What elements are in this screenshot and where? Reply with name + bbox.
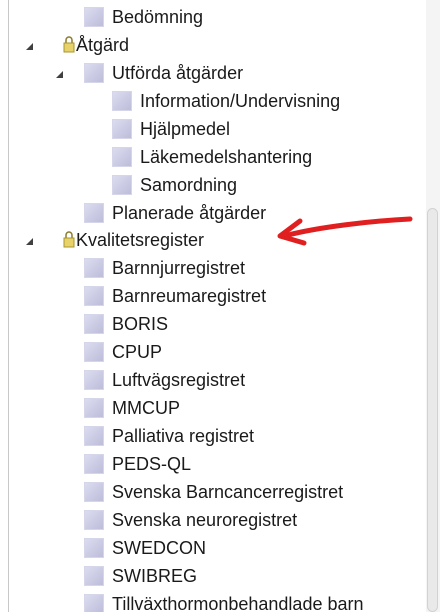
tree-item-icon	[84, 7, 104, 27]
tree-node-label: Svenska neuroregistret	[112, 510, 298, 530]
tree-item-icon	[84, 454, 104, 474]
tree-item-icon	[84, 594, 104, 612]
expand-toggle-icon[interactable]	[24, 236, 34, 246]
navigation-tree: Bedömning Åtgärd Utförda åtgärder Informati…	[8, 0, 428, 612]
lock-icon	[62, 35, 76, 55]
tree-node-label: CPUP	[112, 342, 163, 362]
tree-node-swedcon[interactable]: SWEDCON	[8, 535, 428, 562]
tree-item-icon	[112, 175, 132, 195]
tree-node-bedomning[interactable]: Bedömning	[8, 4, 428, 31]
tree-node-label: Luftvägsregistret	[112, 370, 246, 390]
tree-node-label: Barnnjurregistret	[112, 258, 246, 278]
tree-node-boris[interactable]: BORIS	[8, 311, 428, 338]
tree-node-utforda[interactable]: Utförda åtgärder	[8, 60, 428, 87]
tree-item-icon	[84, 566, 104, 586]
tree-node-label: Palliativa registret	[112, 426, 255, 446]
tree-node-label: Barnreumaregistret	[112, 286, 267, 306]
expand-toggle-icon[interactable]	[54, 69, 64, 79]
tree-item-icon	[84, 426, 104, 446]
tree-node-neuro[interactable]: Svenska neuroregistret	[8, 507, 428, 534]
tree-node-samordning[interactable]: Samordning	[8, 172, 428, 199]
tree-node-label: Information/Undervisning	[140, 91, 341, 111]
tree-node-label: Kvalitetsregister	[76, 230, 205, 250]
tree-node-label: PEDS-QL	[112, 454, 192, 474]
tree-item-icon	[112, 91, 132, 111]
tree-node-luftvags[interactable]: Luftvägsregistret	[8, 367, 428, 394]
tree-item-icon	[84, 370, 104, 390]
tree-node-label: Svenska Barncancerregistret	[112, 482, 344, 502]
tree-node-label: Läkemedelshantering	[140, 147, 313, 167]
scrollbar-thumb[interactable]	[427, 208, 438, 612]
tree-panel: Bedömning Åtgärd Utförda åtgärder Informati…	[8, 0, 440, 612]
tree-node-barncancer[interactable]: Svenska Barncancerregistret	[8, 479, 428, 506]
panel-border	[8, 0, 9, 612]
red-arrow-icon	[277, 216, 413, 246]
tree-item-icon	[84, 286, 104, 306]
tree-node-cpup[interactable]: CPUP	[8, 339, 428, 366]
tree-node-information[interactable]: Information/Undervisning	[8, 88, 428, 115]
tree-node-label: Hjälpmedel	[140, 119, 231, 139]
tree-item-icon	[84, 342, 104, 362]
tree-item-icon	[112, 119, 132, 139]
tree-node-hjalpmedel[interactable]: Hjälpmedel	[8, 116, 428, 143]
lock-icon	[62, 230, 76, 250]
tree-node-tillvaxt[interactable]: Tillväxthormonbehandlade barn	[8, 591, 428, 612]
tree-item-icon	[112, 147, 132, 167]
tree-item-icon	[84, 203, 104, 223]
tree-item-icon	[84, 538, 104, 558]
tree-item-icon	[84, 63, 104, 83]
tree-item-icon	[84, 510, 104, 530]
tree-node-mmcup[interactable]: MMCUP	[8, 395, 428, 422]
tree-node-lakemedel[interactable]: Läkemedelshantering	[8, 144, 428, 171]
tree-node-atgard[interactable]: Åtgärd	[8, 32, 428, 59]
tree-node-barnreuma[interactable]: Barnreumaregistret	[8, 283, 428, 310]
tree-node-label: Bedömning	[112, 7, 204, 27]
tree-item-icon	[84, 258, 104, 278]
tree-node-label: SWEDCON	[112, 538, 206, 558]
tree-node-label: Tillväxthormonbehandlade barn	[112, 594, 364, 612]
tree-node-swibreg[interactable]: SWIBREG	[8, 563, 428, 590]
tree-node-label: BORIS	[112, 314, 169, 334]
tree-node-pedsql[interactable]: PEDS-QL	[8, 451, 428, 478]
tree-node-label: Utförda åtgärder	[112, 63, 244, 83]
tree-item-icon	[84, 482, 104, 502]
tree-node-barnnjur[interactable]: Barnnjurregistret	[8, 255, 428, 282]
tree-node-label: SWIBREG	[112, 566, 198, 586]
tree-node-label: Samordning	[140, 175, 238, 195]
tree-node-label: Planerade åtgärder	[112, 203, 267, 223]
tree-item-icon	[84, 398, 104, 418]
tree-node-palliativa[interactable]: Palliativa registret	[8, 423, 428, 450]
tree-node-label: Åtgärd	[76, 35, 130, 55]
expand-toggle-icon[interactable]	[24, 41, 34, 51]
tree-item-icon	[84, 314, 104, 334]
tree-node-label: MMCUP	[112, 398, 180, 418]
